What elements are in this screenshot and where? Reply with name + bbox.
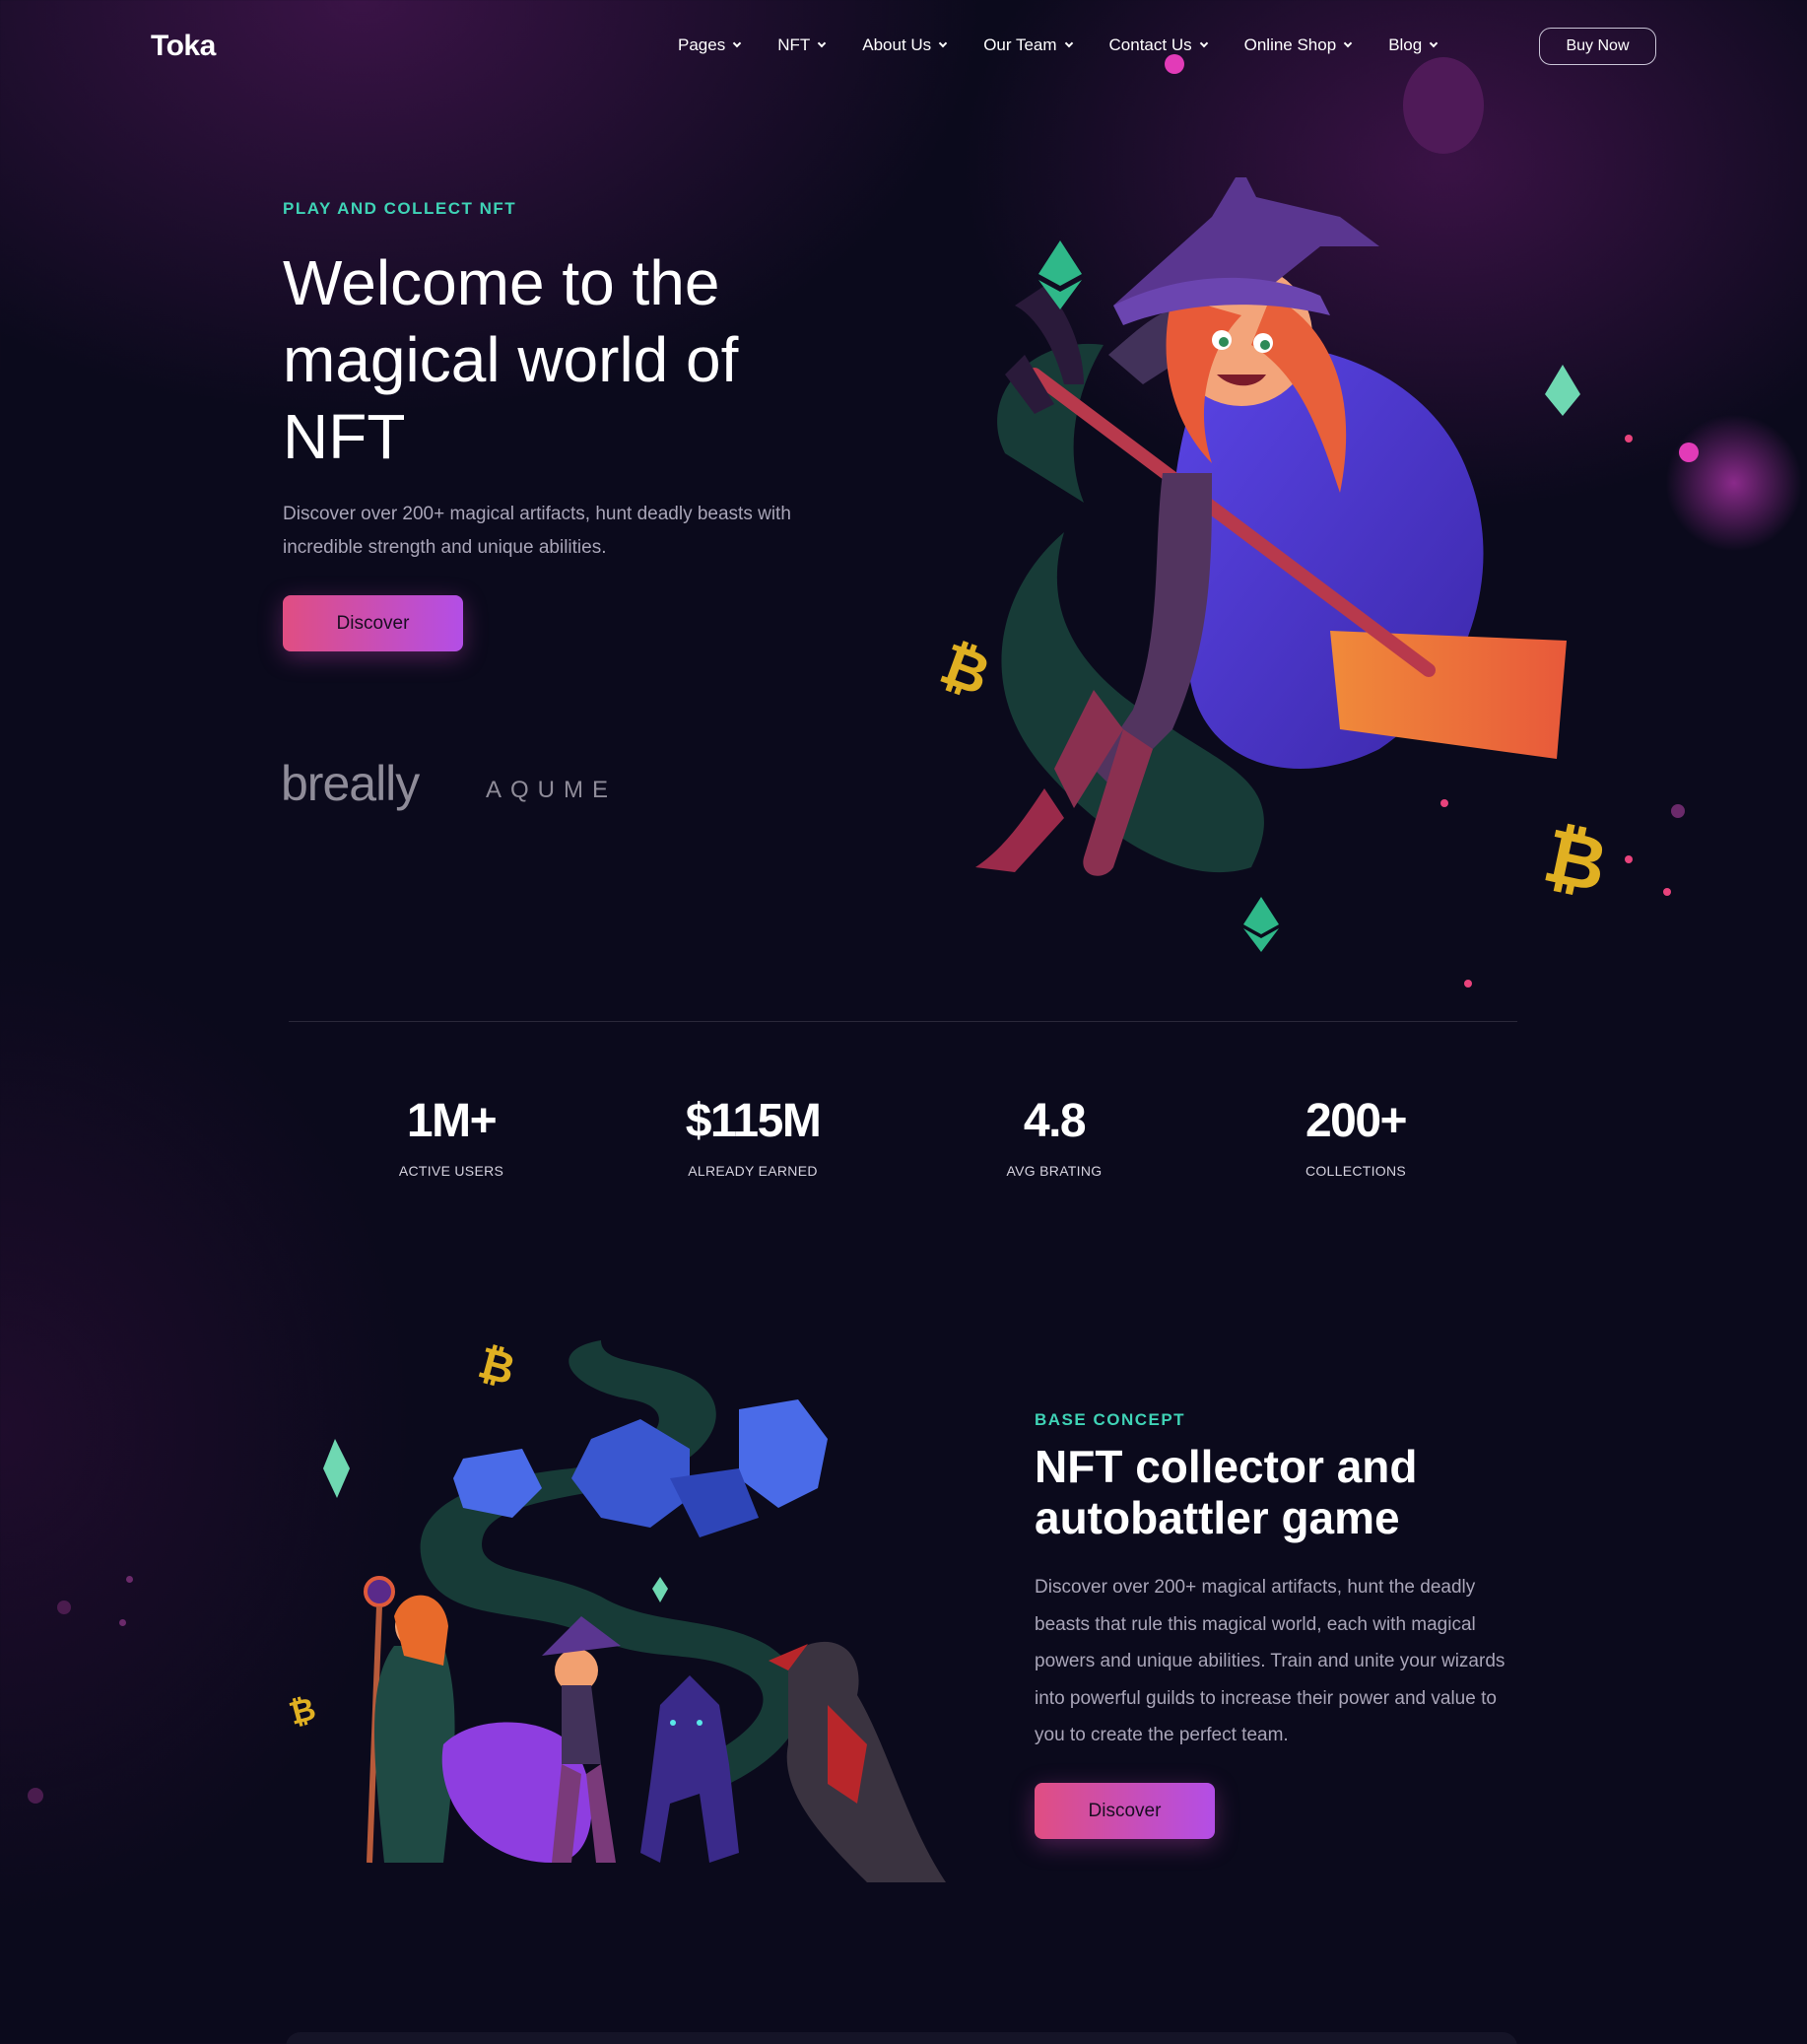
main-menu: Pages NFT About Us Our Team Contact Us O… — [678, 35, 1474, 55]
section-divider — [289, 1021, 1517, 1022]
pink-dot — [1625, 435, 1633, 443]
logo[interactable]: Toka — [151, 30, 216, 63]
chevron-down-icon — [1343, 38, 1353, 48]
hero-title: Welcome to the magical world of NFT — [283, 247, 739, 472]
nav-item-label: Contact Us — [1108, 35, 1192, 54]
chevron-down-icon — [1199, 38, 1208, 48]
nav-item-label: NFT — [777, 35, 811, 54]
hero-eyebrow: PLAY AND COLLECT NFT — [283, 199, 517, 218]
characters-illustration — [323, 1340, 946, 1882]
chevron-down-icon — [938, 38, 948, 48]
hero-discover-button[interactable]: Discover — [283, 595, 463, 651]
ethereum-gem-icon — [1038, 240, 1082, 309]
purple-dot — [57, 1601, 71, 1614]
nav-item-label: About Us — [862, 35, 932, 54]
chevron-down-icon — [818, 38, 827, 48]
nav-item-nft[interactable]: NFT — [777, 35, 827, 55]
stat-value: 1M+ — [406, 1095, 498, 1147]
nav-item-label: Our Team — [983, 35, 1057, 54]
nav-item-about-us[interactable]: About Us — [862, 35, 948, 55]
pink-dot — [1625, 855, 1633, 863]
pink-dot — [1679, 443, 1699, 462]
stat-label: AVG BRATING — [1006, 1163, 1103, 1179]
partner-logo-aqume: AQUME — [486, 777, 618, 803]
purple-dot — [126, 1576, 133, 1583]
nav-item-contact-us[interactable]: Contact Us — [1108, 35, 1208, 55]
stat-avg-rating: 4.8 AVG BRATING — [926, 1094, 1182, 1179]
nav-item-label: Blog — [1388, 35, 1423, 54]
stat-label: ACTIVE USERS — [398, 1163, 504, 1179]
purple-dot — [1671, 804, 1685, 818]
stat-label: COLLECTIONS — [1305, 1163, 1407, 1179]
nav-item-our-team[interactable]: Our Team — [983, 35, 1073, 55]
hero-description: Discover over 200+ magical artifacts, hu… — [283, 504, 791, 558]
pink-glow — [1665, 414, 1803, 552]
nav-item-blog[interactable]: Blog — [1388, 35, 1439, 55]
stat-value: $115M — [685, 1095, 822, 1147]
stat-already-earned: $115M ALREADY EARNED — [625, 1094, 881, 1179]
pink-dot — [1663, 888, 1671, 896]
stat-collections: 200+ COLLECTIONS — [1228, 1094, 1484, 1179]
nav-item-pages[interactable]: Pages — [678, 35, 742, 55]
stat-active-users: 1M+ ACTIVE USERS — [323, 1094, 579, 1179]
chevron-down-icon — [732, 38, 742, 48]
concept-eyebrow: BASE CONCEPT — [1035, 1410, 1186, 1429]
nav-item-online-shop[interactable]: Online Shop — [1243, 35, 1353, 55]
purple-dot — [28, 1788, 43, 1804]
stat-value: 4.8 — [1023, 1095, 1087, 1147]
crystal-gem-icon — [1545, 365, 1580, 416]
stat-value: 200+ — [1305, 1095, 1408, 1147]
nav-item-label: Online Shop — [1243, 35, 1337, 54]
concept-title: NFT collector and autobattler game — [1035, 1441, 1418, 1543]
nav-item-label: Pages — [678, 35, 726, 54]
purple-dot — [119, 1619, 126, 1626]
partner-logo-breally: breally — [281, 756, 420, 811]
chevron-down-icon — [1064, 38, 1073, 48]
pink-dot — [1464, 980, 1472, 988]
concept-description: Discover over 200+ magical artifacts, hu… — [1035, 1577, 1506, 1745]
witch-illustration — [975, 177, 1567, 876]
ethereum-gem-icon — [1243, 897, 1279, 952]
next-section-card — [286, 2032, 1517, 2044]
buy-now-button[interactable]: Buy Now — [1539, 28, 1656, 65]
concept-discover-button[interactable]: Discover — [1035, 1783, 1215, 1839]
stat-label: ALREADY EARNED — [688, 1163, 818, 1179]
chevron-down-icon — [1429, 38, 1439, 48]
top-nav: Toka Pages NFT About Us Our Team Contact… — [0, 0, 1807, 94]
